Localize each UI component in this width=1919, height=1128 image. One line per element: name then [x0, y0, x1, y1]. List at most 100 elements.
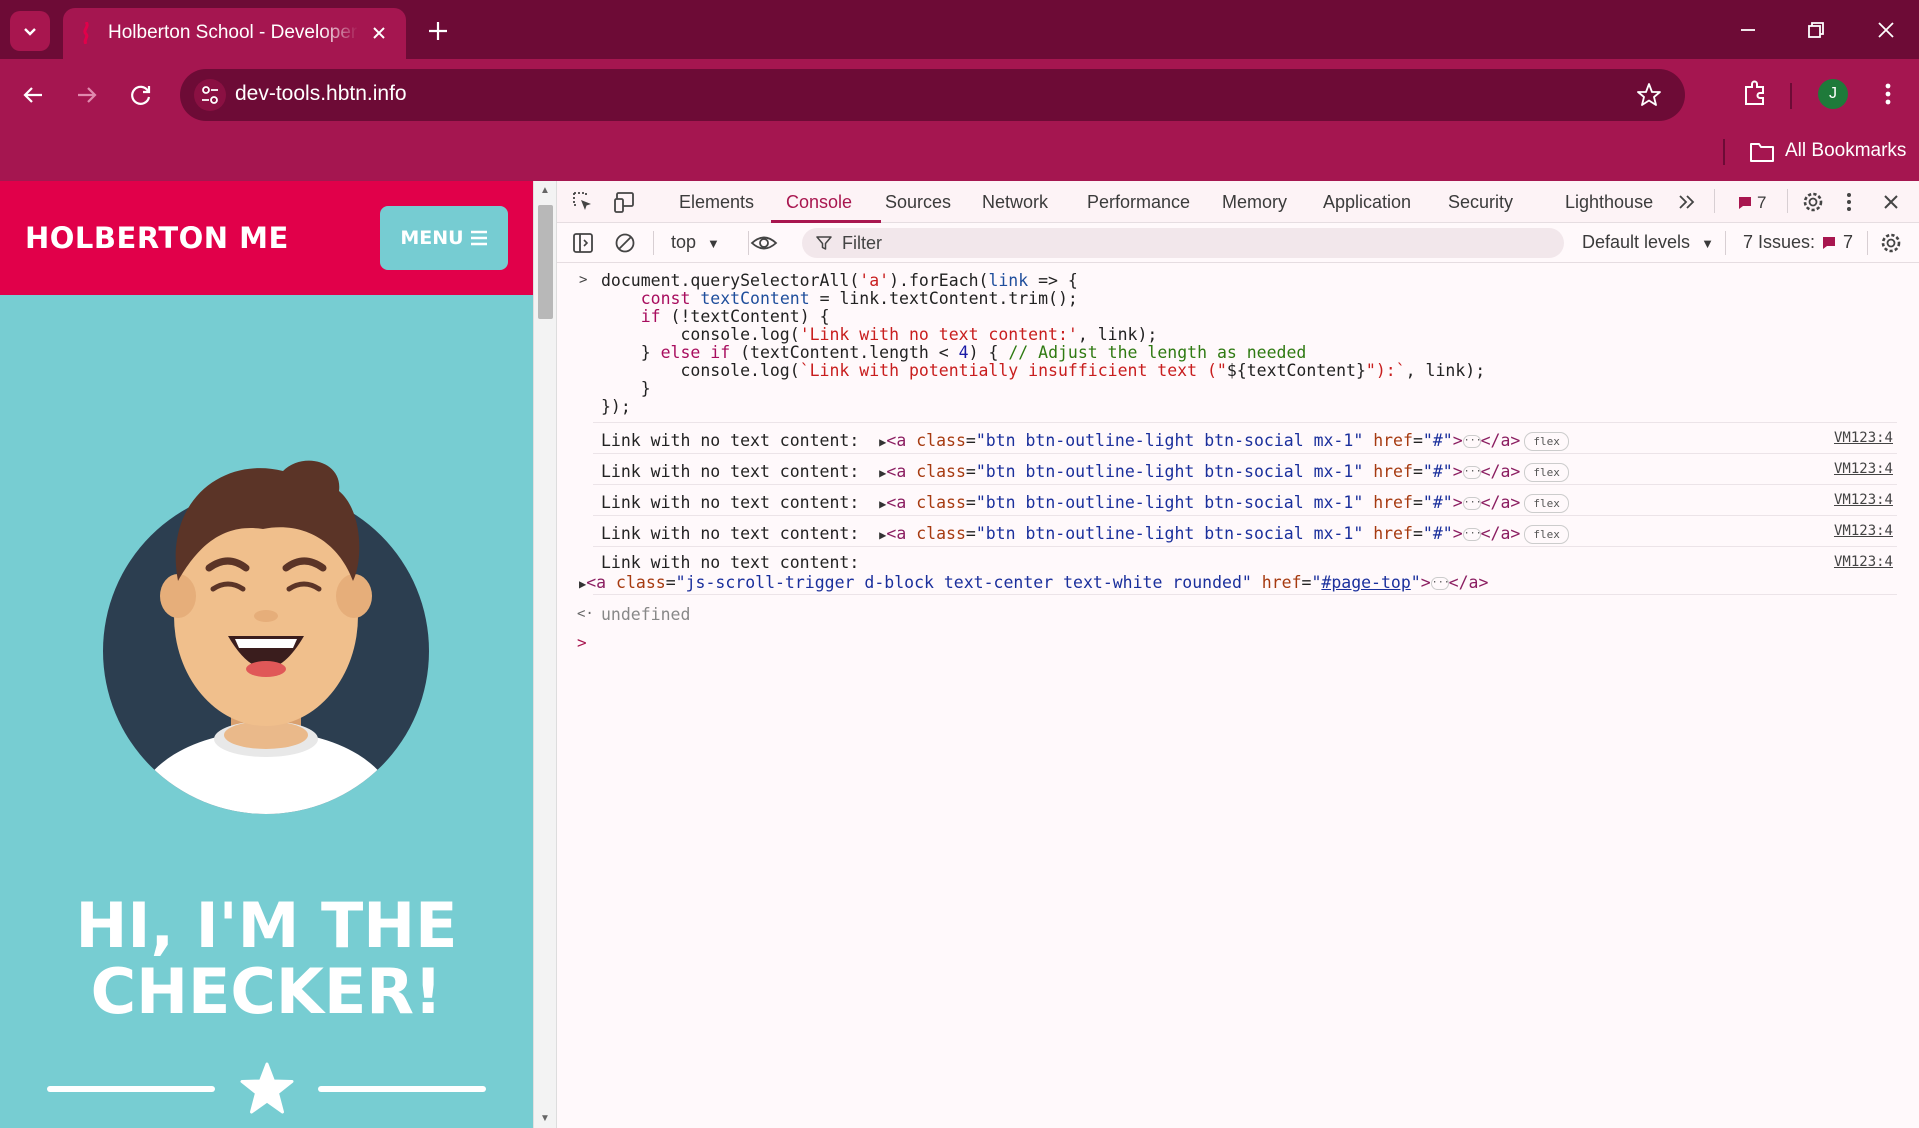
log-levels-dropdown[interactable]: Default levels ▼	[1582, 232, 1714, 253]
ellipsis-icon[interactable]: ···	[1462, 466, 1482, 479]
class-value: js-scroll-trigger d-block text-center te…	[685, 573, 1242, 592]
code-line: console.log(`Link with potentially insuf…	[601, 361, 1486, 380]
href-value: #	[1432, 493, 1443, 512]
log-message: ▶<a class="js-scroll-trigger d-block tex…	[579, 573, 1489, 592]
flex-badge[interactable]: flex	[1524, 432, 1569, 451]
log-source-link[interactable]: VM123:4	[1834, 430, 1893, 446]
close-tab-icon[interactable]	[368, 22, 390, 44]
log-text: Link with no text content:	[601, 462, 860, 481]
tab-network[interactable]: Network	[982, 192, 1048, 213]
clear-console-icon[interactable]	[613, 231, 637, 255]
extensions-icon[interactable]	[1740, 78, 1770, 108]
site-navbar: HOLBERTON ME MENU	[0, 181, 533, 295]
log-text: Link with no text content:	[601, 553, 860, 572]
flex-badge[interactable]: flex	[1524, 494, 1569, 513]
ellipsis-icon[interactable]: ···	[1462, 435, 1482, 448]
class-value: btn btn-outline-light btn-social mx-1	[985, 431, 1354, 450]
bookmark-star-icon[interactable]	[1635, 81, 1663, 109]
new-tab-icon[interactable]	[425, 18, 451, 44]
ellipsis-icon[interactable]: ···	[1462, 497, 1482, 510]
tab-application[interactable]: Application	[1323, 192, 1411, 213]
forward-arrow-icon[interactable]	[72, 80, 102, 110]
tab-sources[interactable]: Sources	[885, 192, 951, 213]
tab-lighthouse[interactable]: Lighthouse	[1565, 192, 1653, 213]
tab-performance[interactable]: Performance	[1087, 192, 1190, 213]
href-value: #	[1432, 524, 1443, 543]
issues-counter[interactable]: 7 Issues: 7	[1743, 232, 1853, 253]
result-value: undefined	[601, 605, 691, 624]
messages-badge[interactable]: 7	[1737, 193, 1766, 213]
tab-memory[interactable]: Memory	[1222, 192, 1287, 213]
log-source-link[interactable]: VM123:4	[1834, 523, 1893, 539]
devtools-more-icon[interactable]	[1837, 190, 1861, 214]
log-text: Link with no text content:	[601, 524, 860, 543]
log-message: Link with no text content: ▶<a class="bt…	[601, 524, 1569, 544]
close-devtools-icon[interactable]	[1879, 190, 1903, 214]
log-source-link[interactable]: VM123:4	[1834, 554, 1893, 570]
class-value: btn btn-outline-light btn-social mx-1	[985, 493, 1354, 512]
messages-count: 7	[1757, 193, 1767, 212]
log-message: Link with no text content: ▶<a class="bt…	[601, 493, 1569, 513]
site-brand[interactable]: HOLBERTON ME	[25, 221, 289, 255]
message-icon	[1739, 197, 1751, 209]
scrollbar-thumb[interactable]	[538, 205, 553, 319]
settings-gear-icon[interactable]	[1801, 190, 1825, 214]
back-arrow-icon[interactable]	[18, 80, 48, 110]
inspect-element-icon[interactable]	[571, 190, 595, 214]
page-scrollbar[interactable]: ▲ ▼	[533, 181, 556, 1128]
sidebar-toggle-icon[interactable]	[571, 231, 595, 255]
code-line: console.log('Link with no text content:'…	[601, 325, 1158, 344]
menu-button[interactable]: MENU	[380, 206, 508, 270]
console-settings-gear-icon[interactable]	[1879, 231, 1903, 255]
more-menu-icon[interactable]	[1876, 79, 1900, 109]
menu-label: MENU	[400, 227, 464, 249]
log-source-link[interactable]: VM123:4	[1834, 492, 1893, 508]
code-line: if (!textContent) {	[640, 307, 830, 326]
result-arrow-icon: <·	[577, 606, 594, 622]
flex-badge[interactable]: flex	[1524, 463, 1569, 482]
flex-badge[interactable]: flex	[1524, 525, 1569, 544]
live-expression-eye-icon[interactable]	[749, 231, 779, 255]
code-line: });	[601, 397, 631, 416]
log-source-link[interactable]: VM123:4	[1834, 461, 1893, 477]
href-link[interactable]: #page-top	[1321, 573, 1410, 592]
minimize-icon[interactable]	[1733, 15, 1763, 45]
filter-input[interactable]: Filter	[802, 228, 1564, 258]
tab-title: Holberton School - Developer tools	[108, 22, 358, 43]
device-toolbar-icon[interactable]	[613, 190, 637, 214]
scroll-up-arrow[interactable]: ▲	[540, 185, 550, 196]
folder-icon[interactable]	[1748, 140, 1776, 164]
tab-elements[interactable]: Elements	[679, 192, 754, 213]
reload-icon[interactable]	[126, 80, 156, 110]
all-bookmarks-link[interactable]: All Bookmarks	[1785, 140, 1906, 162]
class-value: btn btn-outline-light btn-social mx-1	[985, 462, 1354, 481]
url-text: dev-tools.hbtn.info	[235, 82, 407, 105]
restore-icon[interactable]	[1801, 15, 1831, 45]
ellipsis-icon[interactable]: ···	[1430, 577, 1450, 590]
log-entry: Link with no text content: ▶<a class="bt…	[593, 453, 1897, 484]
dropdown-arrow-icon: ▼	[1701, 236, 1714, 251]
tab-security[interactable]: Security	[1448, 192, 1513, 213]
tab-search-button[interactable]	[10, 11, 50, 51]
context-selector[interactable]: top ▼	[671, 232, 720, 253]
scroll-down-arrow[interactable]: ▼	[540, 1113, 550, 1124]
input-chevron-icon: >	[579, 272, 588, 288]
divider-line-left	[47, 1086, 215, 1092]
divider-line-right	[318, 1086, 486, 1092]
profile-avatar[interactable]: J	[1818, 79, 1848, 109]
toolbar-separator	[1787, 189, 1788, 213]
more-tabs-icon[interactable]	[1675, 190, 1699, 214]
browser-tab[interactable]: Holberton School - Developer tools	[63, 8, 406, 59]
console-prompt[interactable]: >	[577, 633, 587, 652]
address-bar[interactable]: dev-tools.hbtn.info	[180, 69, 1685, 121]
ellipsis-icon[interactable]: ···	[1462, 528, 1482, 541]
tab-console[interactable]: Console	[786, 192, 852, 213]
issues-label: 7 Issues:	[1743, 232, 1816, 252]
site-info-button[interactable]	[194, 79, 226, 111]
tab-strip: Holberton School - Developer tools	[0, 0, 1919, 59]
close-window-icon[interactable]	[1871, 15, 1901, 45]
console-command[interactable]: document.querySelectorAll('a').forEach(l…	[601, 272, 1485, 416]
tune-icon	[202, 86, 218, 104]
console-toolbar: top ▼ Filter Default levels ▼ 7 Issues: …	[557, 223, 1919, 263]
filter-funnel-icon	[816, 236, 832, 250]
